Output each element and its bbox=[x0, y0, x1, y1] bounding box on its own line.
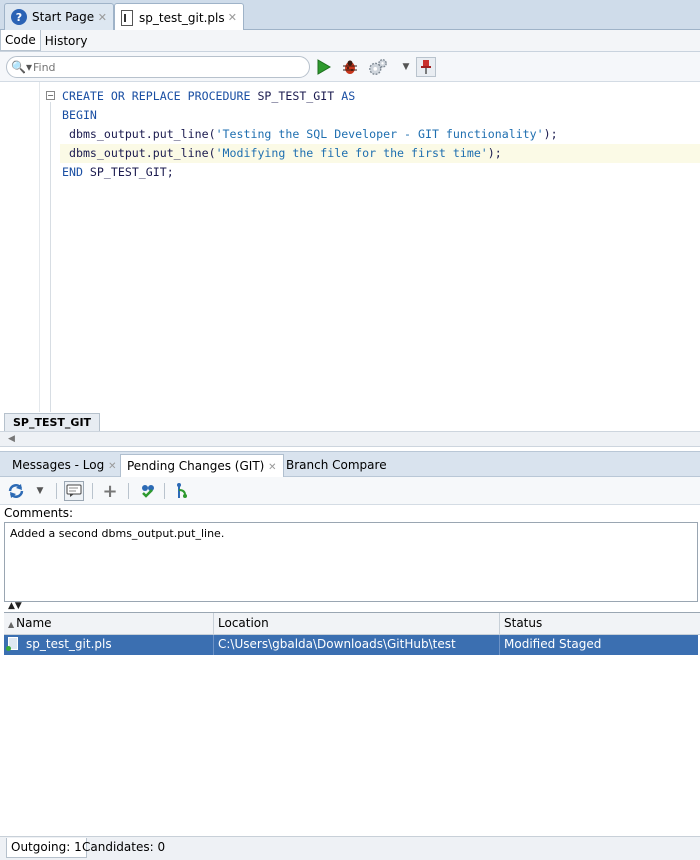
code-line-current: dbms_output.put_line('Modifying the file… bbox=[60, 144, 700, 163]
code-line: BEGIN bbox=[62, 108, 97, 122]
cell-status: Modified Staged bbox=[504, 637, 602, 651]
toolbar-separator bbox=[92, 483, 93, 499]
table-row[interactable]: sp_test_git.pls C:\Users\gbalda\Download… bbox=[4, 635, 698, 655]
fold-collapse-icon[interactable]: − bbox=[46, 91, 55, 100]
tab-outgoing[interactable]: Outgoing: 1 bbox=[6, 838, 87, 858]
chevron-down-icon[interactable]: ▼ bbox=[396, 57, 416, 77]
find-input[interactable] bbox=[33, 60, 293, 74]
line-gutter bbox=[0, 82, 40, 412]
code-line: CREATE OR REPLACE PROCEDURE SP_TEST_GIT … bbox=[62, 89, 356, 103]
find-field[interactable]: 🔍▾ bbox=[6, 56, 310, 78]
tab-candidates[interactable]: Candidates: 0 bbox=[78, 838, 169, 858]
comments-label: Comments: bbox=[4, 506, 74, 520]
editor-subtabs: Code History bbox=[0, 30, 700, 52]
tab-sp-test-git-label: sp_test_git.pls bbox=[139, 10, 225, 25]
file-icon bbox=[121, 9, 133, 26]
tab-start-page[interactable]: ? Start Page ✕ bbox=[4, 3, 114, 30]
log-tab-bar: Messages - Log ✕ Pending Changes (GIT) ✕… bbox=[0, 451, 700, 478]
horizontal-scrollbar[interactable]: ◀ bbox=[0, 431, 700, 447]
toolbar-separator bbox=[128, 483, 129, 499]
gears-icon[interactable] bbox=[368, 57, 388, 77]
tab-code[interactable]: Code bbox=[0, 30, 41, 51]
tab-sp-test-git[interactable]: sp_test_git.pls ✕ bbox=[114, 3, 244, 31]
close-icon[interactable]: ✕ bbox=[98, 11, 107, 24]
toolbar-separator bbox=[164, 483, 165, 499]
column-header-location[interactable]: Location bbox=[214, 613, 500, 635]
tab-messages-log[interactable]: Messages - Log ✕ bbox=[6, 454, 122, 478]
cell-name: sp_test_git.pls bbox=[4, 635, 214, 655]
help-icon: ? bbox=[11, 9, 27, 25]
tab-pending-changes-git[interactable]: Pending Changes (GIT) ✕ bbox=[120, 454, 284, 478]
comment-icon[interactable] bbox=[64, 481, 84, 501]
procedure-navigator-tab[interactable]: SP_TEST_GIT bbox=[4, 413, 101, 431]
chevron-down-icon[interactable]: ▼ bbox=[30, 481, 50, 501]
code-editor[interactable]: − CREATE OR REPLACE PROCEDURE SP_TEST_GI… bbox=[0, 82, 700, 412]
merge-icon[interactable] bbox=[172, 481, 192, 501]
column-header-name[interactable]: ▲ Name bbox=[4, 613, 214, 635]
code-line: END SP_TEST_GIT; bbox=[62, 165, 174, 179]
close-icon[interactable]: ✕ bbox=[108, 461, 116, 472]
table-header: ▲ Name Location Status bbox=[4, 613, 700, 635]
tab-start-page-label: Start Page bbox=[32, 10, 95, 24]
tab-history[interactable]: History bbox=[41, 34, 92, 48]
scroll-left-icon[interactable]: ◀ bbox=[8, 434, 15, 444]
bottom-tab-bar: Outgoing: 1 Candidates: 0 bbox=[0, 836, 700, 860]
column-header-status[interactable]: Status bbox=[500, 613, 700, 635]
cell-location: C:\Users\gbalda\Downloads\GitHub\test bbox=[214, 635, 500, 655]
debug-bug-icon[interactable] bbox=[340, 57, 360, 77]
add-icon[interactable]: + bbox=[100, 481, 120, 502]
close-icon[interactable]: ✕ bbox=[268, 462, 276, 473]
close-icon[interactable]: ✕ bbox=[228, 11, 237, 24]
refresh-icon[interactable] bbox=[6, 481, 26, 501]
git-toolbar: ▼ + bbox=[0, 477, 700, 505]
file-staged-icon bbox=[6, 637, 18, 651]
splitter-arrows-icon[interactable]: ▲▼ bbox=[8, 601, 22, 611]
pending-changes-table: ▲ Name Location Status sp_test_git.pls C:… bbox=[4, 612, 700, 834]
comments-textarea[interactable]: Added a second dbms_output.put_line. bbox=[4, 522, 698, 602]
commit-icon[interactable] bbox=[138, 481, 158, 501]
document-tab-bar: ? Start Page ✕ sp_test_git.pls ✕ bbox=[0, 0, 700, 31]
code-line: dbms_output.put_line('Testing the SQL De… bbox=[62, 127, 558, 141]
search-icon[interactable]: 🔍▾ bbox=[11, 60, 33, 74]
fold-guide bbox=[50, 102, 51, 412]
run-icon[interactable] bbox=[314, 57, 334, 77]
code-content[interactable]: CREATE OR REPLACE PROCEDURE SP_TEST_GIT … bbox=[60, 87, 700, 182]
sort-ascending-icon: ▲ bbox=[8, 620, 15, 629]
editor-toolbar: 🔍▾ ▼ bbox=[0, 52, 700, 82]
tab-branch-compare[interactable]: Branch Compare bbox=[280, 454, 393, 478]
toolbar-separator bbox=[56, 483, 57, 499]
pin-icon[interactable] bbox=[416, 57, 436, 77]
